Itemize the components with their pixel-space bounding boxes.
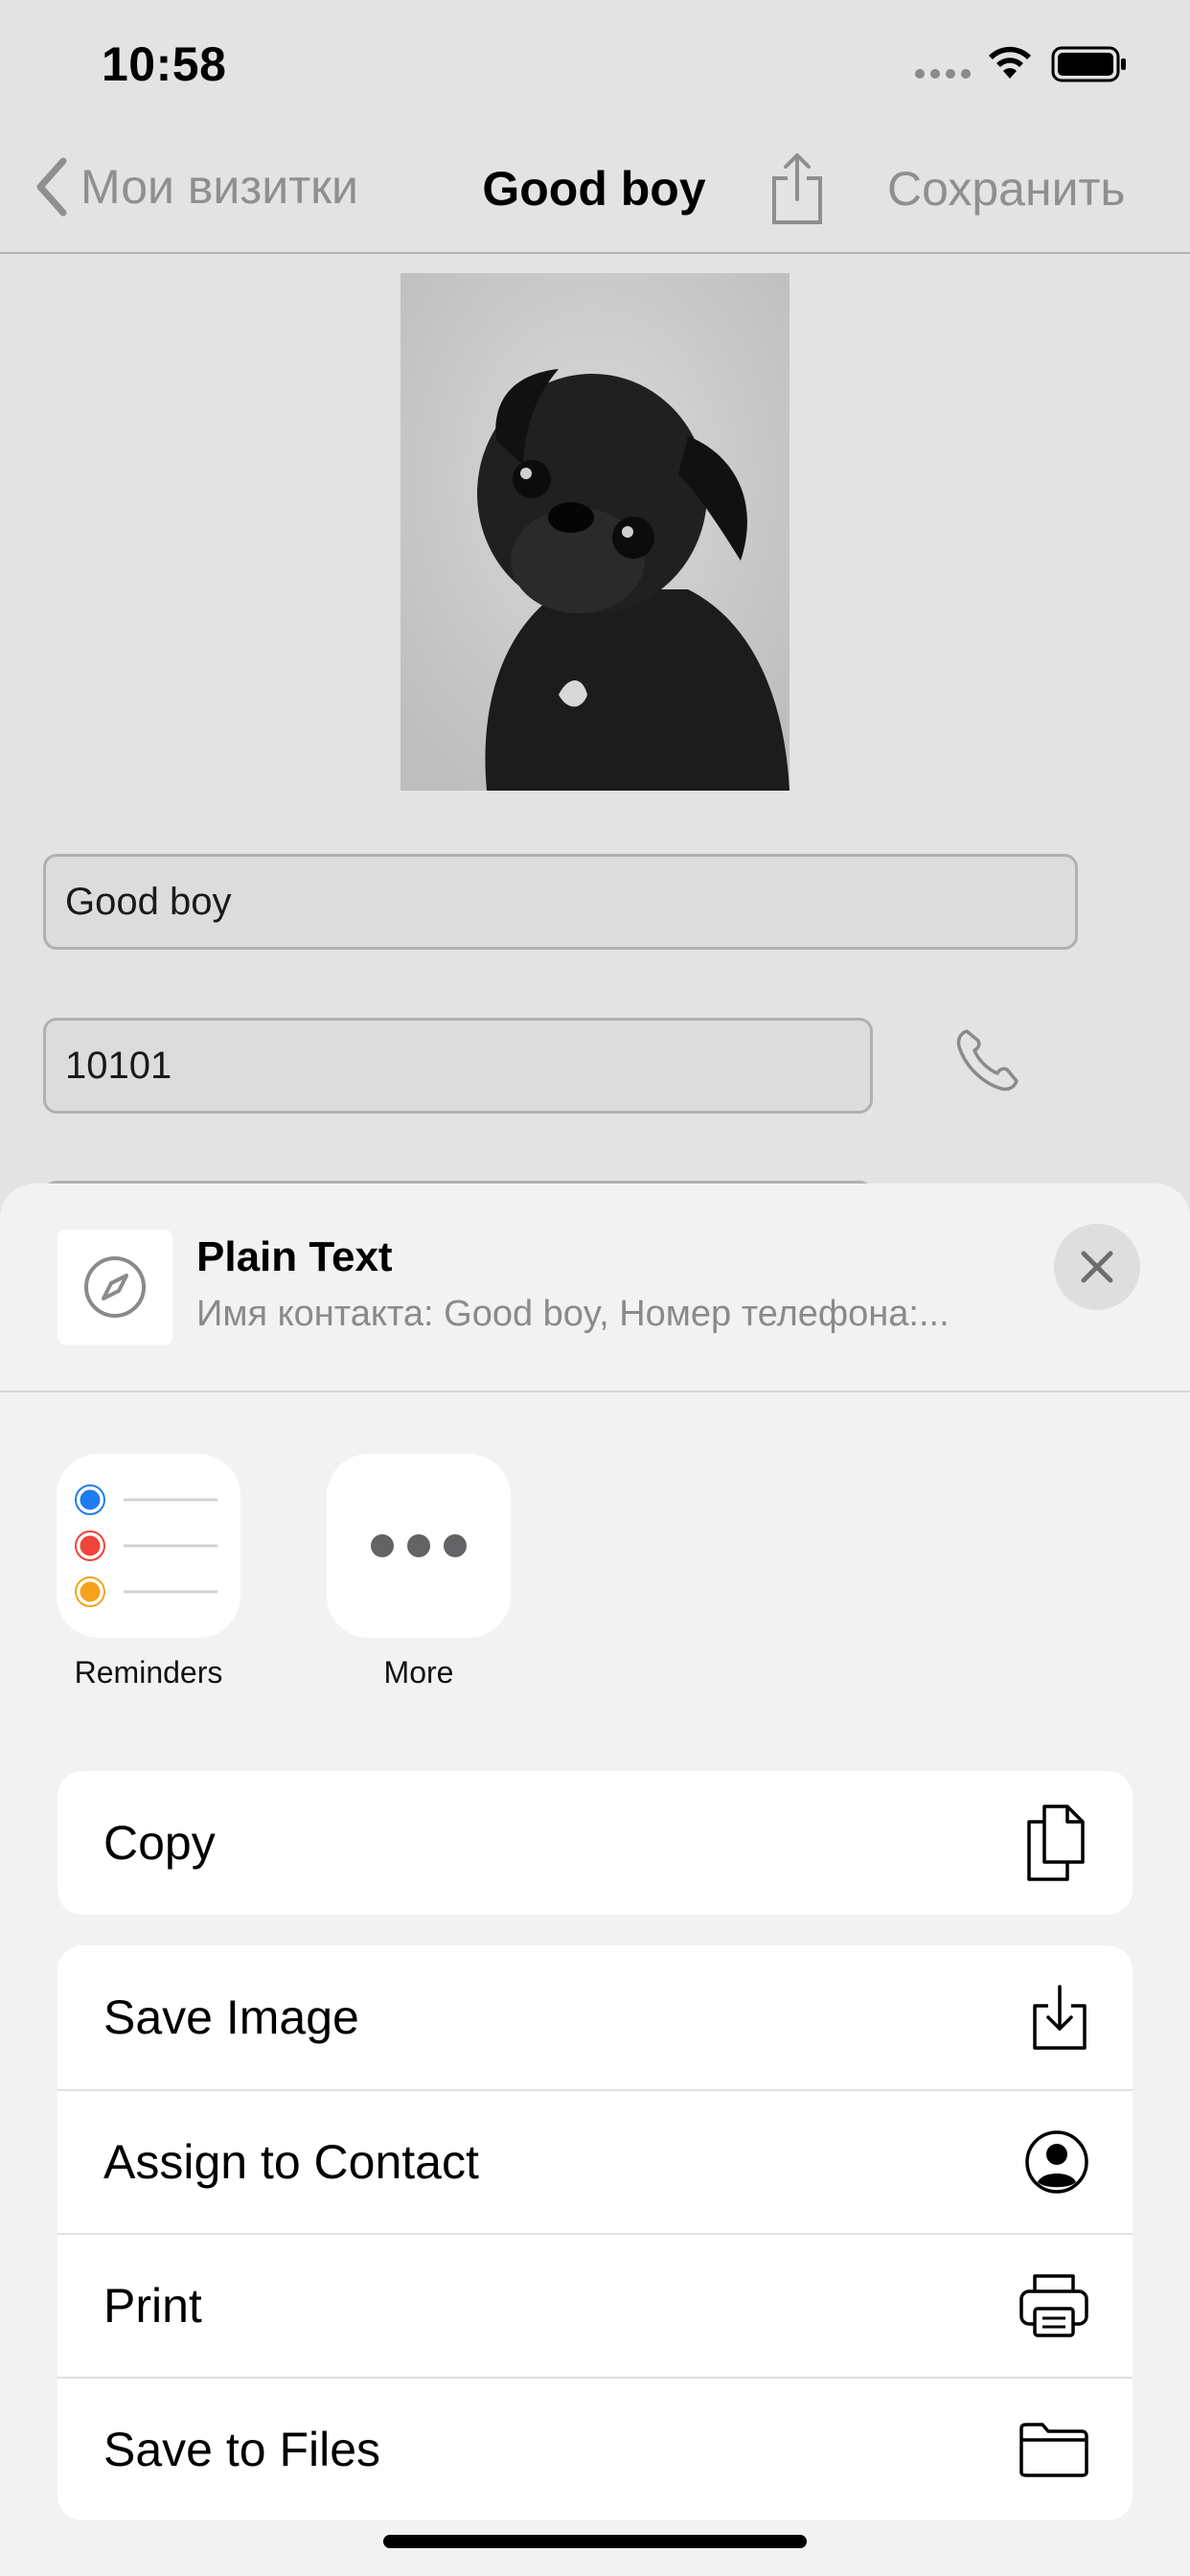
action-label: Save Image [103, 1990, 359, 2044]
status-bar: 10:58 [0, 0, 1190, 134]
status-time: 10:58 [102, 37, 227, 91]
app-label-reminders: Reminders [74, 1655, 223, 1690]
battery-icon [1051, 46, 1126, 82]
cellular-signal-icon [915, 69, 971, 79]
close-icon [1081, 1251, 1113, 1283]
chevron-left-icon [36, 157, 67, 217]
contact-icon [1025, 2130, 1088, 2194]
save-image-action[interactable]: Save Image [57, 1945, 1133, 2089]
copy-icon [1027, 1805, 1085, 1881]
assign-to-contact-action[interactable]: Assign to Contact [57, 2089, 1133, 2233]
share-app-reminders[interactable]: Reminders [38, 1454, 259, 1690]
phone-field[interactable]: 10101 [43, 1018, 873, 1114]
copy-action[interactable]: Copy [57, 1771, 1133, 1915]
share-app-row: Reminders More [0, 1454, 1190, 1703]
wifi-icon [989, 46, 1031, 79]
reminders-icon [57, 1454, 240, 1638]
page-title: Good boy [482, 162, 706, 216]
app-label-more: More [383, 1655, 454, 1690]
printer-icon [1019, 2274, 1088, 2337]
navigation-bar: Мои визитки Good boy Сохранить [0, 134, 1190, 254]
contact-name-field[interactable]: Good boy [43, 854, 1078, 950]
dog-image [400, 273, 790, 791]
close-button[interactable] [1054, 1224, 1140, 1310]
share-sheet-header: Plain Text Имя контакта: Good boy, Номер… [0, 1184, 1190, 1392]
actions-group: Save Image Assign to Contact Print Save … [57, 1945, 1133, 2520]
more-icon [327, 1454, 511, 1638]
save-to-files-action[interactable]: Save to Files [57, 2377, 1133, 2520]
share-sheet-title: Plain Text [196, 1233, 393, 1280]
print-action[interactable]: Print [57, 2233, 1133, 2377]
contact-photo[interactable] [400, 273, 790, 791]
folder-icon [1019, 2423, 1088, 2477]
action-label: Assign to Contact [103, 2135, 479, 2189]
share-icon[interactable] [767, 151, 828, 228]
share-sheet-subtitle: Имя контакта: Good boy, Номер телефона:.… [196, 1294, 950, 1334]
back-button[interactable]: Мои визитки [34, 157, 358, 217]
compass-icon [84, 1256, 146, 1318]
action-label: Print [103, 2279, 202, 2333]
preview-thumbnail [57, 1230, 172, 1345]
copy-action-group: Copy [57, 1771, 1133, 1915]
share-app-more[interactable]: More [309, 1454, 529, 1690]
save-image-icon [1033, 1985, 1087, 2050]
phone-icon[interactable] [953, 1025, 1022, 1094]
action-label: Copy [103, 1816, 216, 1870]
save-button[interactable]: Сохранить [887, 161, 1125, 217]
action-label: Save to Files [103, 2423, 381, 2476]
share-sheet: Plain Text Имя контакта: Good boy, Номер… [0, 1184, 1190, 2576]
back-label: Мои визитки [80, 160, 358, 214]
home-indicator [383, 2535, 807, 2548]
